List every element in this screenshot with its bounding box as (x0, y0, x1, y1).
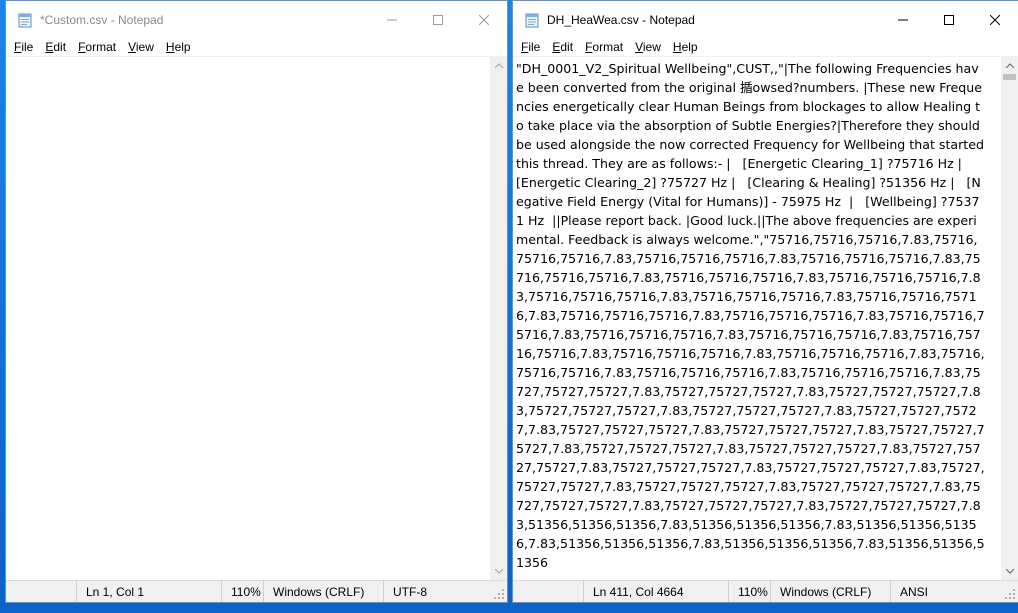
notepad-app-icon[interactable] (17, 12, 33, 28)
resize-grip-icon[interactable] (493, 588, 505, 600)
status-encoding: UTF-8 (383, 580, 493, 602)
notepad-window-dh-heawea[interactable]: DH_HeaWea.csv - Notepad File Edit Format… (512, 0, 1018, 603)
menu-format[interactable]: Format (72, 39, 122, 56)
menu-bar: File Edit Format View Help (6, 39, 507, 56)
maximize-icon (944, 15, 954, 25)
menu-help[interactable]: Help (160, 39, 197, 56)
chevron-down-icon (1005, 569, 1014, 574)
window-title: *Custom.csv - Notepad (40, 13, 164, 27)
chevron-up-icon (1005, 63, 1014, 68)
status-zoom: 110% (221, 580, 263, 602)
scroll-up-arrow[interactable] (1001, 57, 1018, 74)
maximize-icon (433, 15, 443, 25)
editor-content[interactable]: "DH_0001_V2_Spiritual Wellbeing",CUST,,"… (513, 57, 985, 572)
scroll-up-arrow[interactable] (490, 57, 507, 74)
menu-bar: File Edit Format View Help (513, 39, 1018, 56)
status-line-endings: Windows (CRLF) (263, 580, 383, 602)
notepad-window-custom[interactable]: *Custom.csv - Notepad File Edit Format V… (5, 0, 508, 603)
status-zoom: 110% (728, 580, 770, 602)
minimize-button[interactable] (880, 1, 926, 39)
menu-help[interactable]: Help (667, 39, 704, 56)
close-icon (990, 15, 1000, 25)
text-editor[interactable] (6, 57, 490, 580)
minimize-button[interactable] (369, 1, 415, 39)
menu-view[interactable]: View (629, 39, 667, 56)
maximize-button[interactable] (415, 1, 461, 39)
status-encoding: ANSI (890, 580, 1000, 602)
scroll-thumb[interactable] (1003, 74, 1016, 80)
close-button[interactable] (461, 1, 507, 39)
maximize-button[interactable] (926, 1, 972, 39)
chevron-down-icon (494, 569, 503, 574)
status-line-endings: Windows (CRLF) (770, 580, 890, 602)
minimize-icon (898, 19, 908, 21)
menu-file[interactable]: File (515, 39, 546, 56)
notepad-app-icon[interactable] (524, 12, 540, 28)
title-bar[interactable]: *Custom.csv - Notepad (6, 1, 507, 39)
title-bar[interactable]: DH_HeaWea.csv - Notepad (513, 1, 1018, 39)
resize-grip-icon[interactable] (1004, 588, 1016, 600)
chevron-up-icon (494, 63, 503, 68)
editor-content[interactable] (6, 57, 478, 59)
scroll-down-arrow[interactable] (490, 563, 507, 580)
status-position: Ln 1, Col 1 (76, 580, 221, 602)
minimize-icon (387, 19, 397, 21)
menu-edit[interactable]: Edit (546, 39, 579, 56)
menu-file[interactable]: File (8, 39, 39, 56)
menu-view[interactable]: View (122, 39, 160, 56)
close-button[interactable] (972, 1, 1018, 39)
menu-format[interactable]: Format (579, 39, 629, 56)
vertical-scrollbar[interactable] (1001, 57, 1018, 580)
status-position: Ln 411, Col 4664 (583, 580, 728, 602)
status-bar: Ln 411, Col 4664 110% Windows (CRLF) ANS… (513, 580, 1018, 602)
status-bar: Ln 1, Col 1 110% Windows (CRLF) UTF-8 (6, 580, 507, 602)
window-title: DH_HeaWea.csv - Notepad (547, 13, 695, 27)
menu-edit[interactable]: Edit (39, 39, 72, 56)
close-icon (479, 15, 489, 25)
text-editor[interactable]: "DH_0001_V2_Spiritual Wellbeing",CUST,,"… (513, 57, 1001, 580)
scroll-down-arrow[interactable] (1001, 563, 1018, 580)
vertical-scrollbar[interactable] (490, 57, 507, 580)
